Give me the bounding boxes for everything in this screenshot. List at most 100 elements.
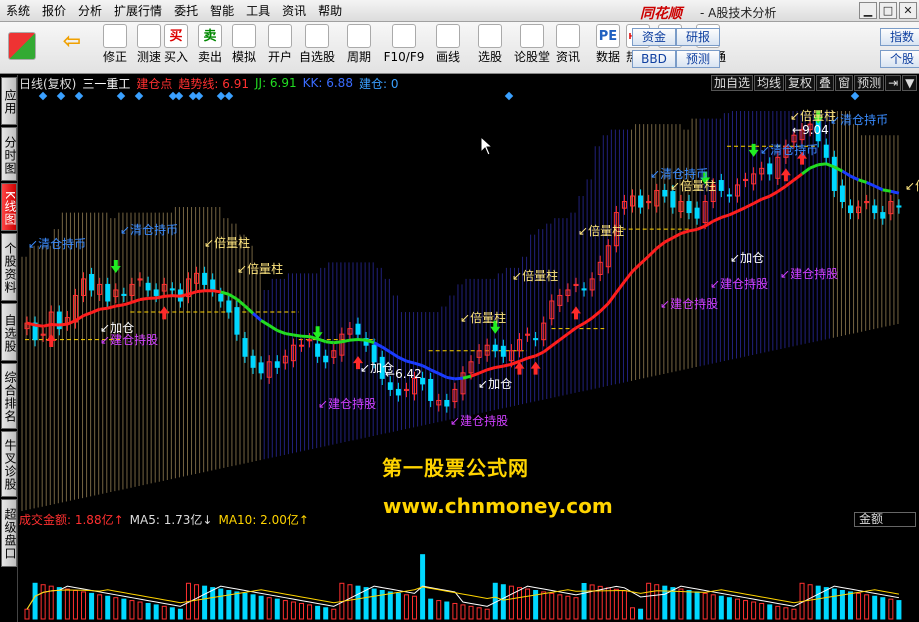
quick-button-0[interactable]: 资金 xyxy=(632,28,676,46)
menu-1[interactable]: 报价 xyxy=(36,0,72,22)
toolbar-button-8[interactable]: 自选股 xyxy=(298,24,336,72)
menu-8[interactable]: 帮助 xyxy=(312,0,348,22)
minimize-button[interactable]: ▁ xyxy=(859,2,877,19)
quick-button-5[interactable]: 个股 xyxy=(880,50,919,68)
toolbar-button-11[interactable]: 画线 xyxy=(428,24,468,72)
toolbar-button-15[interactable]: PE 数据 xyxy=(594,24,622,72)
trend-line-segment xyxy=(164,294,173,298)
chart-annotation: ↙加仓 xyxy=(730,252,764,265)
arrow-icon: ↙ xyxy=(120,223,131,237)
annotation-text: 建仓持股 xyxy=(670,297,719,311)
chart-option-7[interactable]: ▼ xyxy=(902,75,918,91)
chart-option-4[interactable]: 窗 xyxy=(835,75,854,91)
quick-button-3[interactable]: 预测 xyxy=(676,50,720,68)
sidebar-tab-5[interactable]: 综合排名 xyxy=(1,363,17,429)
fix-icon xyxy=(103,24,127,48)
sidebar-tab-6[interactable]: 牛叉诊股 xyxy=(1,431,17,497)
period-label[interactable]: 日线(复权) xyxy=(19,75,76,92)
toolbar-button-4[interactable]: 买买入 xyxy=(160,24,192,72)
toolbar-button-12[interactable]: 选股 xyxy=(472,24,508,72)
candle xyxy=(823,144,829,158)
volume-bar xyxy=(371,588,377,620)
volume-bar xyxy=(40,584,46,620)
grid-icon xyxy=(8,32,36,60)
toolbar-button-2[interactable]: 修正 xyxy=(100,24,130,72)
volume-type-select[interactable]: 金额 xyxy=(854,512,916,527)
sidebar-tab-7[interactable]: 超级盘口 xyxy=(1,499,17,567)
menu-7[interactable]: 资讯 xyxy=(276,0,312,22)
quick-button-2[interactable]: BBD xyxy=(632,50,676,68)
trend-line-segment xyxy=(406,359,415,365)
sidebar-tab-2[interactable]: K线图 xyxy=(1,183,17,231)
toolbar-button-7[interactable]: 开户 xyxy=(264,24,296,72)
sidebar-tab-1[interactable]: 分时图 xyxy=(1,127,17,181)
arrow-icon: ↙ xyxy=(204,236,215,250)
volume-bar xyxy=(500,584,506,620)
chart-option-3[interactable]: 叠 xyxy=(816,75,835,91)
volume-bar xyxy=(718,595,724,620)
chart-annotation: ↙倍量柱 xyxy=(204,237,250,250)
toolbar-button-13[interactable]: 论股堂 xyxy=(512,24,552,72)
annotation-text: 加仓 xyxy=(110,321,135,335)
chart-option-6[interactable]: ⇥ xyxy=(885,75,902,91)
annotation-text: 清仓持币 xyxy=(770,143,819,157)
quick-button-4[interactable]: 指数 xyxy=(880,28,919,46)
volume-bar xyxy=(856,592,862,620)
chart-annotation: ←9.04 xyxy=(792,124,829,137)
menu-6[interactable]: 工具 xyxy=(240,0,276,22)
mouse-cursor-icon xyxy=(480,136,494,156)
toolbar-button-9[interactable]: 周期 xyxy=(340,24,378,72)
toolbar-button-0[interactable] xyxy=(4,24,40,72)
menu-0[interactable]: 系统 xyxy=(0,0,36,22)
chart-option-2[interactable]: 复权 xyxy=(785,75,816,91)
annotation-text: 倍量柱 xyxy=(214,236,251,250)
arrow-icon: ↙ xyxy=(730,251,741,265)
toolbar-button-10[interactable]: F10/F9 xyxy=(382,24,426,72)
arrow-icon: ↙ xyxy=(650,167,661,181)
volume-bar xyxy=(621,590,627,620)
chart-option-5[interactable]: 预测 xyxy=(854,75,885,91)
volume-bar xyxy=(476,607,482,620)
trend-line-segment xyxy=(527,354,537,360)
volume-bar xyxy=(807,584,813,620)
maximize-button[interactable]: □ xyxy=(879,2,897,19)
toolbar-button-1[interactable]: ⇦ xyxy=(54,24,90,72)
quick-button-1[interactable]: 研报 xyxy=(676,28,720,46)
chart-annotation: ↙建仓持股 xyxy=(710,278,768,291)
volume-amount: 成交金额: 1.88亿↑ xyxy=(19,512,124,527)
sidebar-tab-0[interactable]: 应用 xyxy=(1,77,17,125)
trend-line-segment xyxy=(818,162,827,167)
close-button[interactable]: ✕ xyxy=(899,2,917,19)
volume-ma5: MA5: 1.73亿↓ xyxy=(129,512,213,527)
volume-bar xyxy=(549,592,555,620)
annotation-text: 9.04 xyxy=(802,123,829,137)
menu-3[interactable]: 扩展行情 xyxy=(108,0,168,22)
kk-value: KK: 6.88 xyxy=(302,76,353,90)
arrow-icon: ↙ xyxy=(450,414,461,428)
chart-annotation: ↙倍量柱 xyxy=(460,312,506,325)
volume-bar xyxy=(880,597,886,620)
volume-bar xyxy=(726,597,732,620)
volume-bar xyxy=(767,604,773,620)
candle xyxy=(202,272,208,285)
chart-option-0[interactable]: 加自选 xyxy=(711,75,754,91)
sidebar-tab-4[interactable]: 自选股 xyxy=(1,303,17,361)
menu-2[interactable]: 分析 xyxy=(72,0,108,22)
volume-bar xyxy=(355,585,361,620)
menu-5[interactable]: 智能 xyxy=(204,0,240,22)
volume-bar xyxy=(436,600,442,620)
toolbar-button-14[interactable]: 资讯 xyxy=(552,24,584,72)
arrow-icon: ↙ xyxy=(710,277,721,291)
volume-bar xyxy=(32,582,38,620)
back-arrow-icon: ⇦ xyxy=(62,29,82,54)
chart-option-1[interactable]: 均线 xyxy=(754,75,785,91)
menu-4[interactable]: 委托 xyxy=(168,0,204,22)
annotation-text: 建仓持股 xyxy=(328,397,377,411)
clock-icon xyxy=(347,24,371,48)
sidebar-tab-3[interactable]: 个股资料 xyxy=(1,233,17,301)
arrow-icon: ↙ xyxy=(460,311,471,325)
chart-annotation: ↙清仓持币 xyxy=(830,114,888,127)
toolbar-button-5[interactable]: 卖卖出 xyxy=(194,24,226,72)
volume-bar xyxy=(177,608,183,620)
toolbar-button-6[interactable]: 模拟 xyxy=(228,24,260,72)
